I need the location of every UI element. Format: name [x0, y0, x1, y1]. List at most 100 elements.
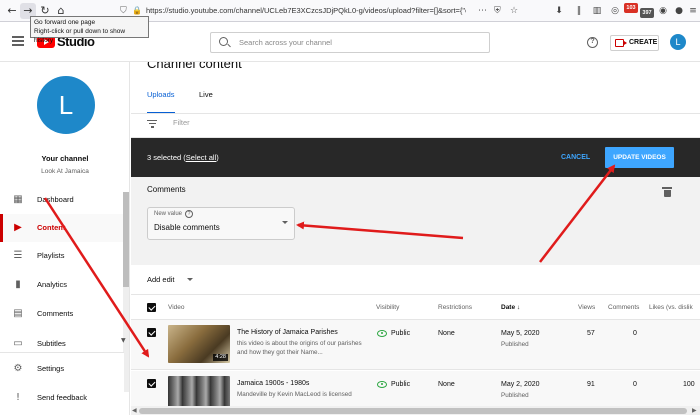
sidebar-scroll-thumb[interactable]	[123, 192, 129, 287]
sidebar-item-comments[interactable]: ▤ Comments	[0, 300, 124, 328]
restrictions-value: None	[438, 381, 455, 388]
video-thumbnail[interactable]: 4:28	[168, 325, 230, 363]
new-value-label: New value	[154, 211, 183, 217]
views-value: 57	[587, 330, 595, 337]
more-icon[interactable]: ⋯	[478, 3, 487, 19]
search-icon[interactable]	[219, 37, 228, 46]
sidebar-icon[interactable]: ▥	[590, 3, 604, 19]
column-comments[interactable]: Comments	[608, 295, 639, 320]
page-title: Channel content	[147, 62, 242, 71]
tooltip-line2: Right-click or pull down to show history	[34, 28, 126, 44]
column-date[interactable]: Date ↓	[501, 295, 520, 320]
help-icon[interactable]: ?	[587, 37, 598, 48]
pocket-icon[interactable]: ⛨	[494, 3, 501, 19]
add-edit-button[interactable]: Add edit	[147, 265, 175, 295]
hamburger-icon[interactable]	[12, 36, 24, 46]
trash-icon[interactable]	[662, 187, 672, 197]
sidebar-item-dashboard[interactable]: ▦ Dashboard	[0, 186, 124, 214]
video-camera-icon	[615, 39, 627, 47]
firefox-account-icon[interactable]: ●	[672, 3, 686, 19]
cancel-button[interactable]: CANCEL	[561, 138, 590, 177]
video-duration: 4:28	[213, 354, 228, 361]
restrictions-value: None	[438, 330, 455, 337]
tab-uploads[interactable]: Uploads	[147, 88, 175, 114]
help-icon[interactable]: ?	[185, 210, 193, 218]
chevron-down-icon[interactable]	[187, 278, 193, 281]
search-input[interactable]: Search across your channel	[239, 33, 332, 52]
content-icon: ▶	[14, 222, 22, 233]
filter-input[interactable]: Filter	[173, 118, 190, 127]
comments-value: 0	[633, 381, 637, 388]
create-label: CREATE	[629, 39, 658, 46]
selection-count-text: 3 selected (	[147, 153, 186, 162]
library-icon[interactable]: ‖	[572, 3, 586, 19]
extension-badge-2[interactable]: 397	[640, 8, 654, 18]
subtitles-icon: ▭	[13, 338, 23, 349]
horizontal-scroll-thumb[interactable]	[139, 407, 687, 414]
tab-live[interactable]: Live	[199, 88, 213, 114]
sidebar: L Your channel Look At Jamaica ▦ Dashboa…	[0, 62, 130, 415]
sidebar-item-analytics[interactable]: ▮ Analytics	[0, 271, 124, 299]
sidebar-item-label: Playlists	[37, 251, 65, 260]
download-icon[interactable]: ⬇	[552, 3, 566, 19]
column-restrictions[interactable]: Restrictions	[438, 295, 472, 320]
address-bar[interactable]: https://studio.youtube.com/channel/UCLeb…	[146, 3, 466, 19]
horizontal-scrollbar[interactable]: ◀ ▶	[131, 406, 700, 415]
dashboard-icon: ▦	[13, 194, 23, 205]
scroll-down-icon[interactable]: ▼	[121, 337, 126, 344]
channel-avatar[interactable]: L	[37, 76, 95, 134]
selection-bar: 3 selected (Select all) CANCEL UPDATE VI…	[131, 138, 700, 177]
column-visibility[interactable]: Visibility	[376, 295, 399, 320]
tooltip-line1: Go forward one page	[34, 19, 96, 26]
date-status: Published	[501, 341, 529, 348]
column-likes[interactable]: Likes (vs. dislik	[649, 295, 693, 320]
selected-value: Disable comments	[154, 223, 220, 232]
edit-field-title: Comments	[147, 185, 186, 194]
feedback-icon: !	[15, 392, 20, 403]
search-box[interactable]: Search across your channel	[210, 32, 490, 53]
extension-badge[interactable]: 103	[624, 3, 638, 13]
star-icon[interactable]: ☆	[510, 3, 518, 19]
sidebar-item-content[interactable]: ▶ Content	[0, 214, 124, 242]
select-all-checkbox[interactable]	[147, 303, 156, 312]
menu-icon[interactable]: ≡	[686, 3, 700, 19]
filter-icon[interactable]	[147, 120, 157, 128]
sort-arrow-icon: ↓	[516, 304, 521, 311]
sidebar-item-playlists[interactable]: ☰ Playlists	[0, 242, 124, 270]
scroll-right-icon[interactable]: ▶	[692, 406, 697, 415]
selection-close-paren: )	[216, 153, 219, 162]
visibility-value[interactable]: Public	[391, 381, 410, 388]
sidebar-item-label: Analytics	[37, 280, 68, 289]
scroll-left-icon[interactable]: ◀	[132, 406, 137, 415]
extension-icon[interactable]: ◎	[608, 3, 622, 19]
select-all-link[interactable]: Select all	[186, 153, 216, 162]
channel-subtitle: Look At Jamaica	[41, 168, 89, 175]
views-value: 91	[587, 381, 595, 388]
video-title[interactable]: The History of Jamaica Parishes	[237, 329, 338, 336]
row-checkbox[interactable]	[147, 379, 156, 388]
date-status: Published	[501, 392, 529, 399]
comments-icon: ▤	[13, 308, 23, 319]
sidebar-item-settings[interactable]: ⚙ Settings	[0, 355, 124, 383]
visibility-value[interactable]: Public	[391, 330, 410, 337]
chevron-down-icon	[282, 221, 288, 224]
back-icon[interactable]: ←	[4, 3, 20, 19]
new-value-select[interactable]: New value ? Disable comments	[147, 207, 295, 240]
update-videos-button[interactable]: UPDATE VIDEOS	[605, 147, 674, 168]
eye-icon	[377, 330, 387, 337]
column-views[interactable]: Views	[578, 295, 595, 320]
main-content: Channel content Uploads Live Filter 3 se…	[131, 62, 700, 415]
table-row[interactable]: 4:28 The History of Jamaica Parishes thi…	[131, 320, 700, 370]
row-checkbox[interactable]	[147, 328, 156, 337]
video-title[interactable]: Jamaica 1900s - 1980s	[237, 380, 309, 387]
comments-value: 0	[633, 330, 637, 337]
column-video: Video	[168, 304, 185, 311]
sidebar-footer: ⚙ Settings ! Send feedback	[0, 352, 124, 415]
sidebar-item-send-feedback[interactable]: ! Send feedback	[0, 384, 124, 412]
bulk-edit-panel: Comments New value ? Disable comments	[131, 177, 700, 265]
column-date-label: Date	[501, 304, 516, 311]
account-icon[interactable]: ◉	[656, 3, 670, 19]
table-header: Video Visibility Restrictions Date ↓ Vie…	[131, 295, 700, 320]
account-avatar[interactable]: L	[670, 34, 686, 50]
create-button[interactable]: CREATE	[610, 35, 659, 51]
